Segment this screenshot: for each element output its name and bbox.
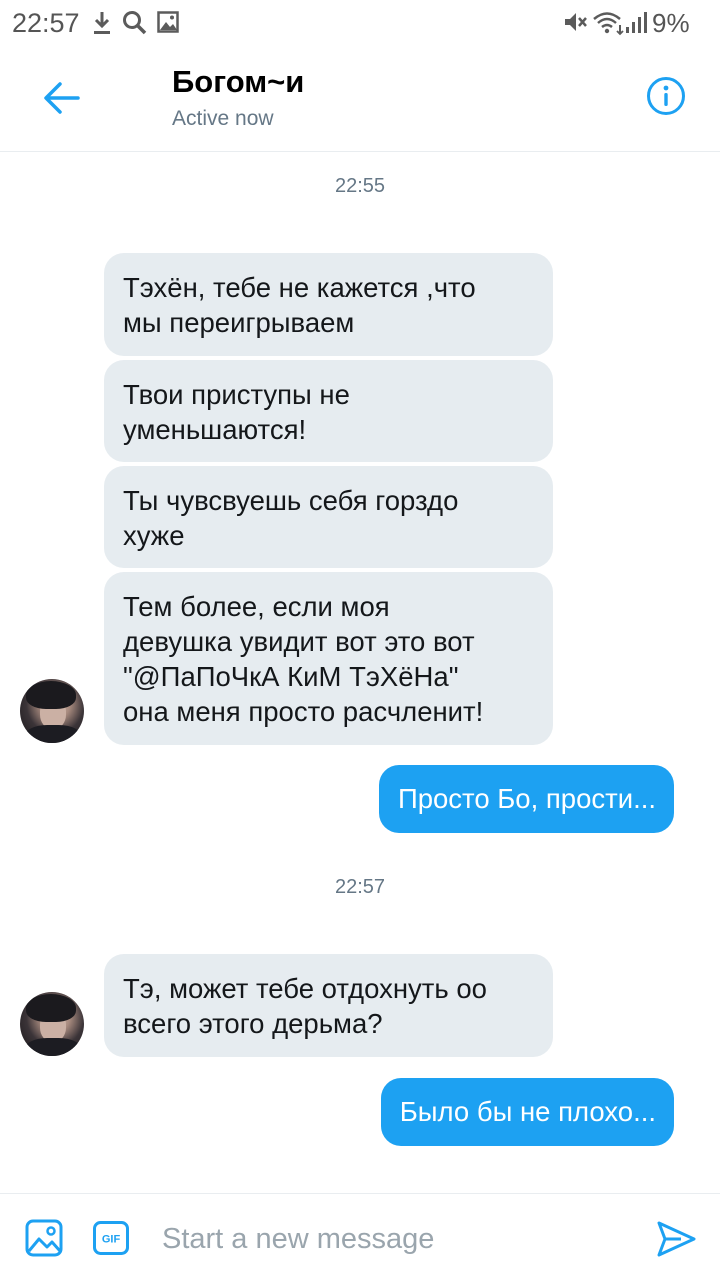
wifi-icon bbox=[593, 12, 624, 36]
message-line: Твои приступы не bbox=[123, 379, 350, 410]
contact-avatar[interactable] bbox=[20, 992, 84, 1056]
message-line: она меня просто расчленит! bbox=[123, 696, 484, 727]
conversation-header: Богом~и Active now bbox=[0, 48, 720, 152]
message-line: "@ПаПоЧкА КиМ ТэХёНа" bbox=[123, 661, 459, 692]
signal-icon bbox=[626, 12, 647, 33]
image-icon bbox=[157, 11, 179, 33]
info-icon[interactable] bbox=[644, 74, 688, 118]
message-line: всего этого дерьма? bbox=[123, 1008, 383, 1039]
message-list: 22:55 Тэхён, тебе не кажется ,что мы пер… bbox=[0, 153, 720, 1193]
outgoing-message[interactable]: Было бы не плохо... bbox=[380, 1078, 674, 1146]
message-line: мы переигрываем bbox=[123, 307, 355, 338]
status-bar: 22:57 9% bbox=[0, 0, 720, 48]
incoming-message[interactable]: Тэ, может тебе отдохнуть оо всего этого … bbox=[104, 954, 553, 1057]
message-timestamp: 22:57 bbox=[334, 876, 386, 898]
message-line: хуже bbox=[123, 520, 185, 551]
message-line: Ты чувсвуешь себя горздо bbox=[123, 485, 459, 516]
message-input[interactable] bbox=[162, 1214, 622, 1264]
mute-icon bbox=[565, 13, 587, 31]
status-time: 22:57 bbox=[12, 8, 80, 38]
contact-name[interactable]: Богом~и bbox=[172, 64, 304, 100]
incoming-message[interactable]: Твои приступы не уменьшаются! bbox=[104, 360, 553, 462]
contact-status: Active now bbox=[172, 107, 274, 130]
incoming-message[interactable]: Тем более, если моя девушка увидит вот э… bbox=[104, 572, 553, 745]
download-icon bbox=[94, 12, 110, 34]
compose-bar: GIF bbox=[0, 1193, 720, 1280]
message-line: Тэ, может тебе отдохнуть оо bbox=[123, 973, 487, 1004]
incoming-message[interactable]: Тэхён, тебе не кажется ,что мы переигрыв… bbox=[104, 253, 553, 356]
message-line: Было бы не плохо... bbox=[399, 1096, 656, 1127]
message-line: Просто Бо, прости... bbox=[397, 783, 656, 814]
send-icon[interactable] bbox=[655, 1219, 697, 1259]
message-line: девушка увидит вот это вот bbox=[123, 626, 475, 657]
dm-screen: 22:57 9% Богом~и Active now 22:55 Тэхён,… bbox=[0, 0, 720, 1280]
battery-level: 9% bbox=[652, 8, 690, 38]
photo-icon[interactable] bbox=[25, 1219, 63, 1257]
message-line: Тэхён, тебе не кажется ,что bbox=[123, 272, 476, 303]
message-timestamp: 22:55 bbox=[334, 175, 386, 197]
gif-icon[interactable]: GIF bbox=[93, 1221, 129, 1255]
contact-avatar[interactable] bbox=[20, 679, 84, 743]
message-line: уменьшаются! bbox=[123, 414, 307, 445]
incoming-message[interactable]: Ты чувсвуешь себя горздо хуже bbox=[104, 466, 553, 568]
search-icon bbox=[123, 11, 147, 35]
back-arrow-icon[interactable] bbox=[38, 74, 86, 122]
outgoing-message[interactable]: Просто Бо, прости... bbox=[378, 765, 674, 833]
gif-label: GIF bbox=[102, 1234, 121, 1246]
message-line: Тем более, если моя bbox=[123, 591, 390, 622]
